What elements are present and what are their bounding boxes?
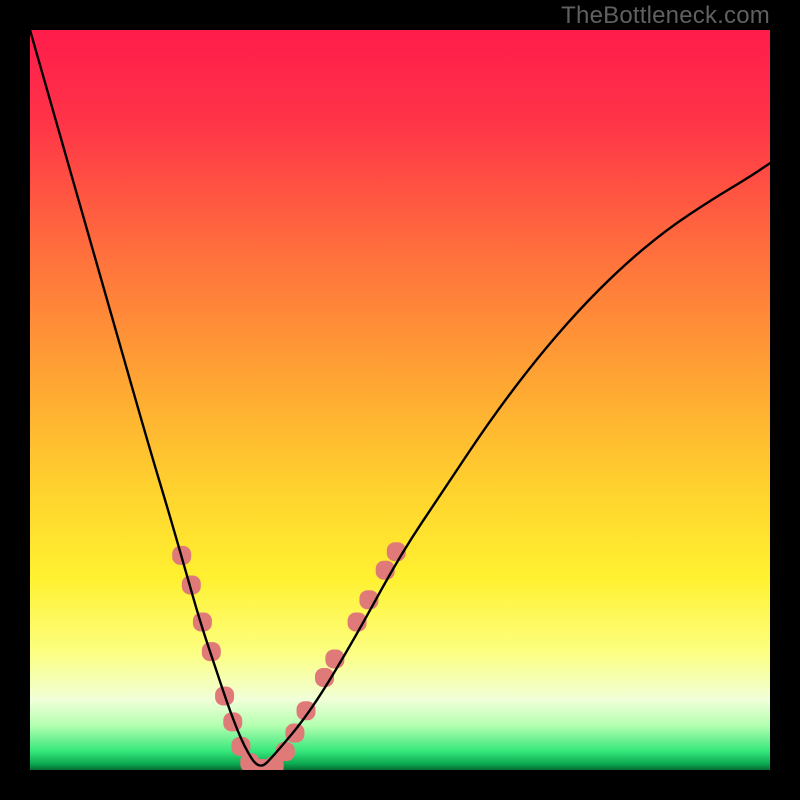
curve-marker: [276, 742, 295, 761]
curve-layer: [30, 30, 770, 770]
bottleneck-curve: [30, 30, 770, 766]
watermark-text: TheBottleneck.com: [561, 2, 770, 30]
plot-area: [30, 30, 770, 770]
chart-frame: TheBottleneck.com: [0, 0, 800, 800]
